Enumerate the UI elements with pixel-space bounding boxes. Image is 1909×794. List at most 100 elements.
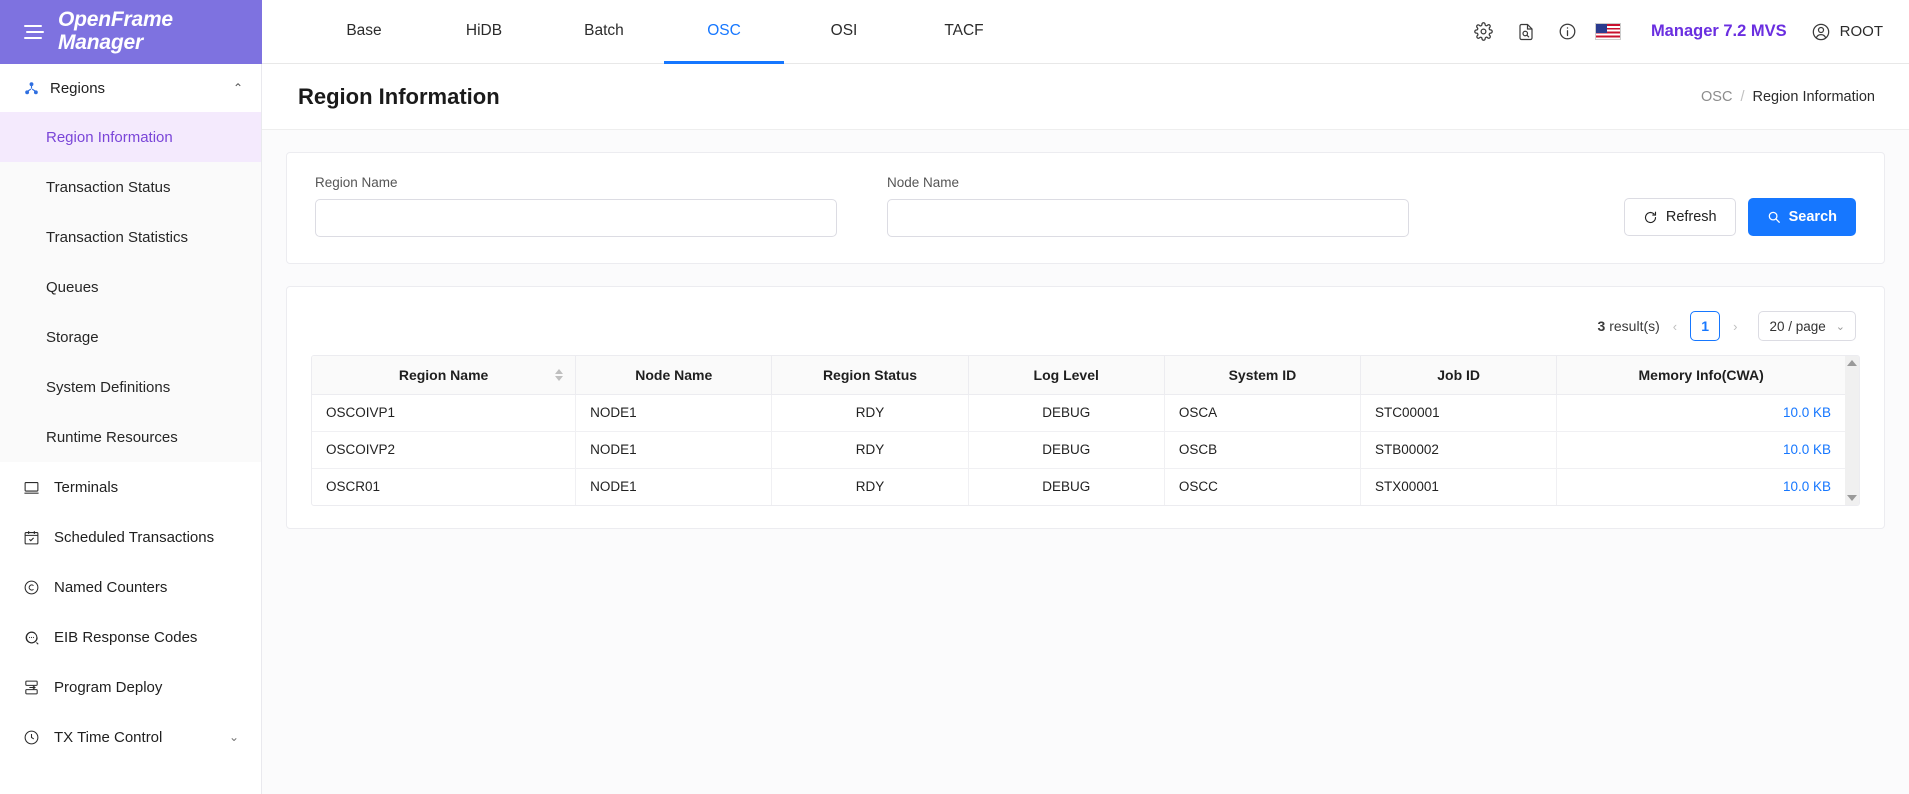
tab-osc[interactable]: OSC — [664, 1, 784, 64]
node-name-input[interactable] — [887, 199, 1409, 237]
brand-title: OpenFrame Manager — [58, 9, 173, 54]
pagination-prev-button[interactable]: ‹ — [1670, 319, 1680, 334]
page-size-select[interactable]: 20 / page ⌄ — [1758, 311, 1856, 341]
sidebar-item-label: Scheduled Transactions — [54, 529, 214, 546]
region-name-label: Region Name — [315, 175, 837, 190]
sidebar-item-label: EIB Response Codes — [54, 629, 197, 646]
pagination-next-button[interactable]: › — [1730, 319, 1740, 334]
sidebar-item-label: TX Time Control — [54, 729, 162, 746]
sidebar-item-eib-response-codes[interactable]: EIB Response Codes — [0, 612, 261, 662]
result-count-suffix: result(s) — [1605, 318, 1659, 334]
cell-node-name: NODE1 — [576, 468, 772, 505]
sidebar-item-transaction-status[interactable]: Transaction Status — [0, 162, 261, 212]
brand-area: OpenFrame Manager — [0, 0, 262, 64]
refresh-button[interactable]: Refresh — [1624, 198, 1736, 236]
column-header-system-id[interactable]: System ID — [1164, 356, 1360, 394]
page-header: Region Information OSC / Region Informat… — [262, 64, 1909, 130]
sidebar-item-transaction-statistics[interactable]: Transaction Statistics — [0, 212, 261, 262]
table-row[interactable]: OSCOIVP1 NODE1 RDY DEBUG OSCA STC00001 1… — [312, 394, 1845, 431]
column-header-memory-info-cwa[interactable]: Memory Info(CWA) — [1557, 356, 1845, 394]
cell-memory-info[interactable]: 10.0 KB — [1557, 394, 1845, 431]
sidebar: Regions ⌃ Region Information Transaction… — [0, 64, 262, 794]
top-navigation: Base HiDB Batch OSC OSI TACF — [262, 0, 1909, 64]
sidebar-item-program-deploy[interactable]: Program Deploy — [0, 662, 261, 712]
sidebar-item-label: Program Deploy — [54, 679, 162, 696]
sidebar-item-system-definitions[interactable]: System Definitions — [0, 362, 261, 412]
cell-node-name: NODE1 — [576, 431, 772, 468]
cell-memory-info[interactable]: 10.0 KB — [1557, 468, 1845, 505]
top-bar: OpenFrame Manager Base HiDB Batch OSC OS… — [0, 0, 1909, 64]
hamburger-collapse-icon[interactable] — [20, 23, 42, 41]
cell-memory-info[interactable]: 10.0 KB — [1557, 431, 1845, 468]
sidebar-item-scheduled-transactions[interactable]: Scheduled Transactions — [0, 512, 261, 562]
brand-title-line1: OpenFrame — [58, 9, 173, 32]
user-menu[interactable]: ROOT — [1811, 22, 1883, 42]
search-actions: Refresh Search — [1624, 198, 1856, 237]
sidebar-group-regions[interactable]: Regions ⌃ — [0, 64, 261, 112]
tab-base[interactable]: Base — [304, 1, 424, 64]
search-panel: Region Name Node Name Refre — [286, 152, 1885, 264]
tab-tacf[interactable]: TACF — [904, 1, 1024, 64]
nav-tab-list: Base HiDB Batch OSC OSI TACF — [262, 0, 1024, 63]
us-flag-icon[interactable] — [1595, 23, 1621, 40]
document-search-icon[interactable] — [1505, 11, 1547, 53]
page-size-label: 20 / page — [1769, 319, 1825, 334]
table-row[interactable]: OSCR01 NODE1 RDY DEBUG OSCC STX00001 10.… — [312, 468, 1845, 505]
sidebar-item-region-information[interactable]: Region Information — [0, 112, 261, 162]
cell-region-status: RDY — [772, 468, 968, 505]
cell-log-level: DEBUG — [968, 394, 1164, 431]
search-button[interactable]: Search — [1748, 198, 1856, 236]
tab-osi[interactable]: OSI — [784, 1, 904, 64]
column-header-log-level[interactable]: Log Level — [968, 356, 1164, 394]
main-content: Region Information OSC / Region Informat… — [262, 64, 1909, 794]
body-area: Regions ⌃ Region Information Transaction… — [0, 64, 1909, 794]
scroll-up-icon[interactable] — [1847, 360, 1857, 366]
sort-toggle-icon[interactable] — [555, 369, 563, 381]
cell-system-id: OSCA — [1164, 394, 1360, 431]
user-circle-icon — [1811, 22, 1831, 42]
sidebar-item-queues[interactable]: Queues — [0, 262, 261, 312]
info-circle-icon[interactable] — [1547, 11, 1589, 53]
gear-icon[interactable] — [1463, 11, 1505, 53]
column-header-job-id[interactable]: Job ID — [1361, 356, 1557, 394]
sidebar-item-label: Terminals — [54, 479, 118, 496]
chevron-down-icon: ⌄ — [1836, 320, 1845, 333]
sidebar-item-runtime-resources[interactable]: Runtime Resources — [0, 412, 261, 462]
chat-bubble-icon — [20, 629, 42, 646]
column-header-region-status[interactable]: Region Status — [772, 356, 968, 394]
sidebar-item-tx-time-control[interactable]: TX Time Control ⌄ — [0, 712, 261, 762]
breadcrumb-parent[interactable]: OSC — [1701, 89, 1732, 105]
region-name-input[interactable] — [315, 199, 837, 237]
node-name-label: Node Name — [887, 175, 1409, 190]
sidebar-submenu: Region Information Transaction Status Tr… — [0, 112, 261, 462]
cell-region-name: OSCOIVP1 — [312, 394, 576, 431]
column-label: Region Name — [399, 367, 488, 383]
app-root: OpenFrame Manager Base HiDB Batch OSC OS… — [0, 0, 1909, 794]
table-vertical-scrollbar[interactable] — [1845, 356, 1859, 505]
chevron-down-icon[interactable]: ⌄ — [229, 730, 239, 744]
sidebar-item-named-counters[interactable]: Named Counters — [0, 562, 261, 612]
scroll-down-icon[interactable] — [1847, 495, 1857, 501]
page-title: Region Information — [298, 84, 500, 110]
cell-system-id: OSCB — [1164, 431, 1360, 468]
brand-title-line2: Manager — [58, 32, 173, 55]
table-row[interactable]: OSCOIVP2 NODE1 RDY DEBUG OSCB STB00002 1… — [312, 431, 1845, 468]
manager-version-label[interactable]: Manager 7.2 MVS — [1651, 22, 1787, 41]
calendar-check-icon — [20, 529, 42, 546]
sidebar-item-storage[interactable]: Storage — [0, 312, 261, 362]
pagination-page-1[interactable]: 1 — [1690, 311, 1720, 341]
cell-job-id: STX00001 — [1361, 468, 1557, 505]
tab-hidb[interactable]: HiDB — [424, 1, 544, 64]
column-header-region-name[interactable]: Region Name — [312, 356, 576, 394]
top-bar-actions: Manager 7.2 MVS ROOT — [1463, 0, 1909, 63]
sidebar-item-terminals[interactable]: Terminals — [0, 462, 261, 512]
results-panel: 3 result(s) ‹ 1 › 20 / page ⌄ — [286, 286, 1885, 529]
cell-node-name: NODE1 — [576, 394, 772, 431]
deploy-icon — [20, 679, 42, 696]
refresh-button-label: Refresh — [1666, 209, 1717, 225]
chevron-up-icon[interactable]: ⌃ — [233, 82, 243, 94]
column-header-node-name[interactable]: Node Name — [576, 356, 772, 394]
breadcrumb-separator: / — [1740, 89, 1744, 105]
table-header-row: Region Name Node Name Region Status Log … — [312, 356, 1845, 394]
tab-batch[interactable]: Batch — [544, 1, 664, 64]
